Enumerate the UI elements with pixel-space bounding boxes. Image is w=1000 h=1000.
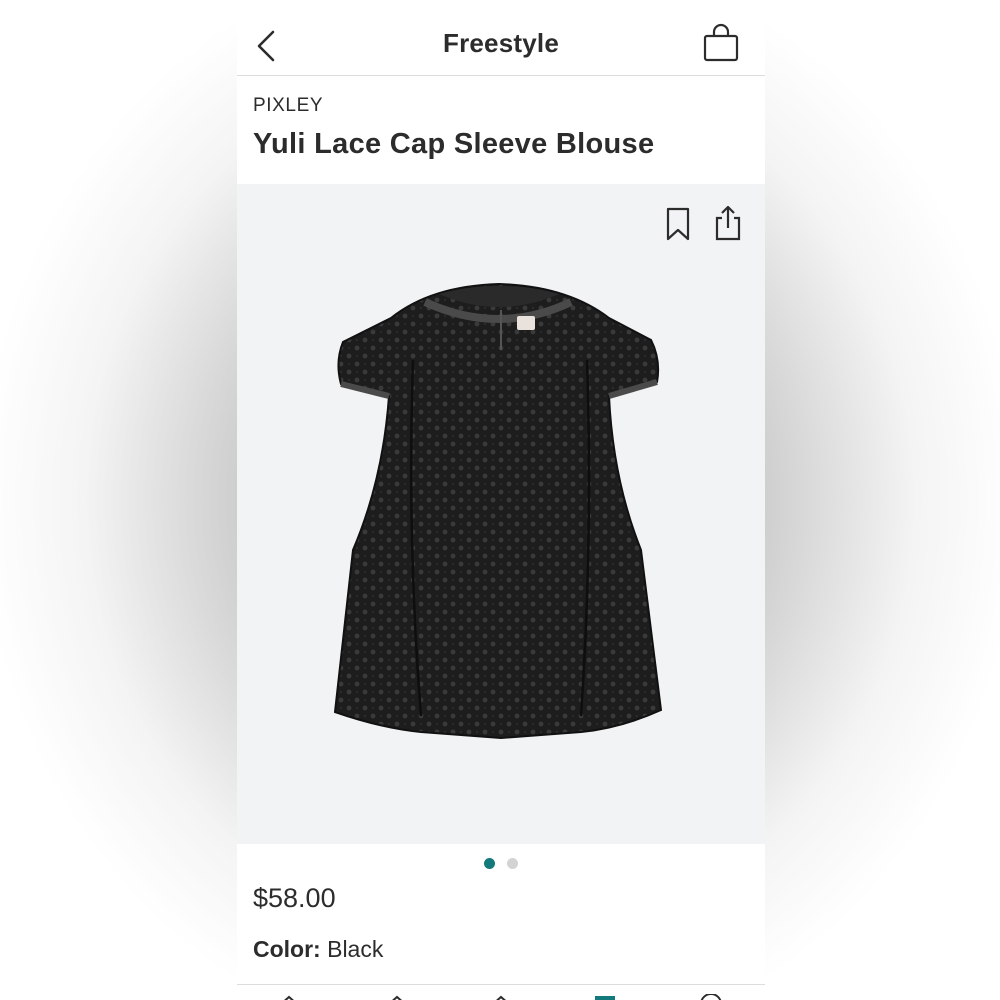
product-brand: PIXLEY bbox=[253, 95, 324, 116]
box-icon bbox=[392, 995, 402, 1000]
color-label: Color: bbox=[253, 936, 321, 962]
product-image bbox=[333, 282, 663, 740]
tab-home[interactable] bbox=[269, 991, 309, 1000]
product-price: $58.00 bbox=[253, 883, 336, 913]
account-icon bbox=[700, 993, 722, 1000]
style-icon bbox=[496, 995, 506, 1000]
carousel-dot-active[interactable] bbox=[484, 858, 495, 869]
tab-box[interactable] bbox=[377, 991, 417, 1000]
home-icon bbox=[284, 995, 294, 1000]
product-image-carousel[interactable] bbox=[237, 184, 765, 844]
bookmark-button[interactable] bbox=[663, 206, 693, 242]
bookmark-icon bbox=[666, 207, 690, 241]
freestyle-icon bbox=[595, 996, 615, 1000]
tab-freestyle[interactable] bbox=[585, 991, 625, 1000]
product-title: Yuli Lace Cap Sleeve Blouse bbox=[253, 128, 655, 160]
tab-account[interactable] bbox=[691, 991, 731, 1000]
page-title: Freestyle bbox=[443, 28, 559, 58]
tab-style[interactable] bbox=[481, 991, 521, 1000]
color-value: Black bbox=[327, 936, 384, 962]
share-button[interactable] bbox=[711, 204, 745, 242]
color-info: Color: Black bbox=[253, 936, 383, 963]
navigation-bar: Freestyle bbox=[237, 0, 765, 76]
carousel-dot[interactable] bbox=[507, 858, 518, 869]
shopping-bag-button[interactable] bbox=[701, 22, 741, 64]
share-icon bbox=[715, 205, 741, 241]
bottom-tab-bar bbox=[237, 984, 765, 1000]
shopping-bag-icon bbox=[703, 23, 739, 62]
carousel-indicator bbox=[237, 856, 765, 870]
product-screen: Freestyle PIXLEY Yuli Lace Cap Sleeve Bl… bbox=[237, 0, 765, 1000]
